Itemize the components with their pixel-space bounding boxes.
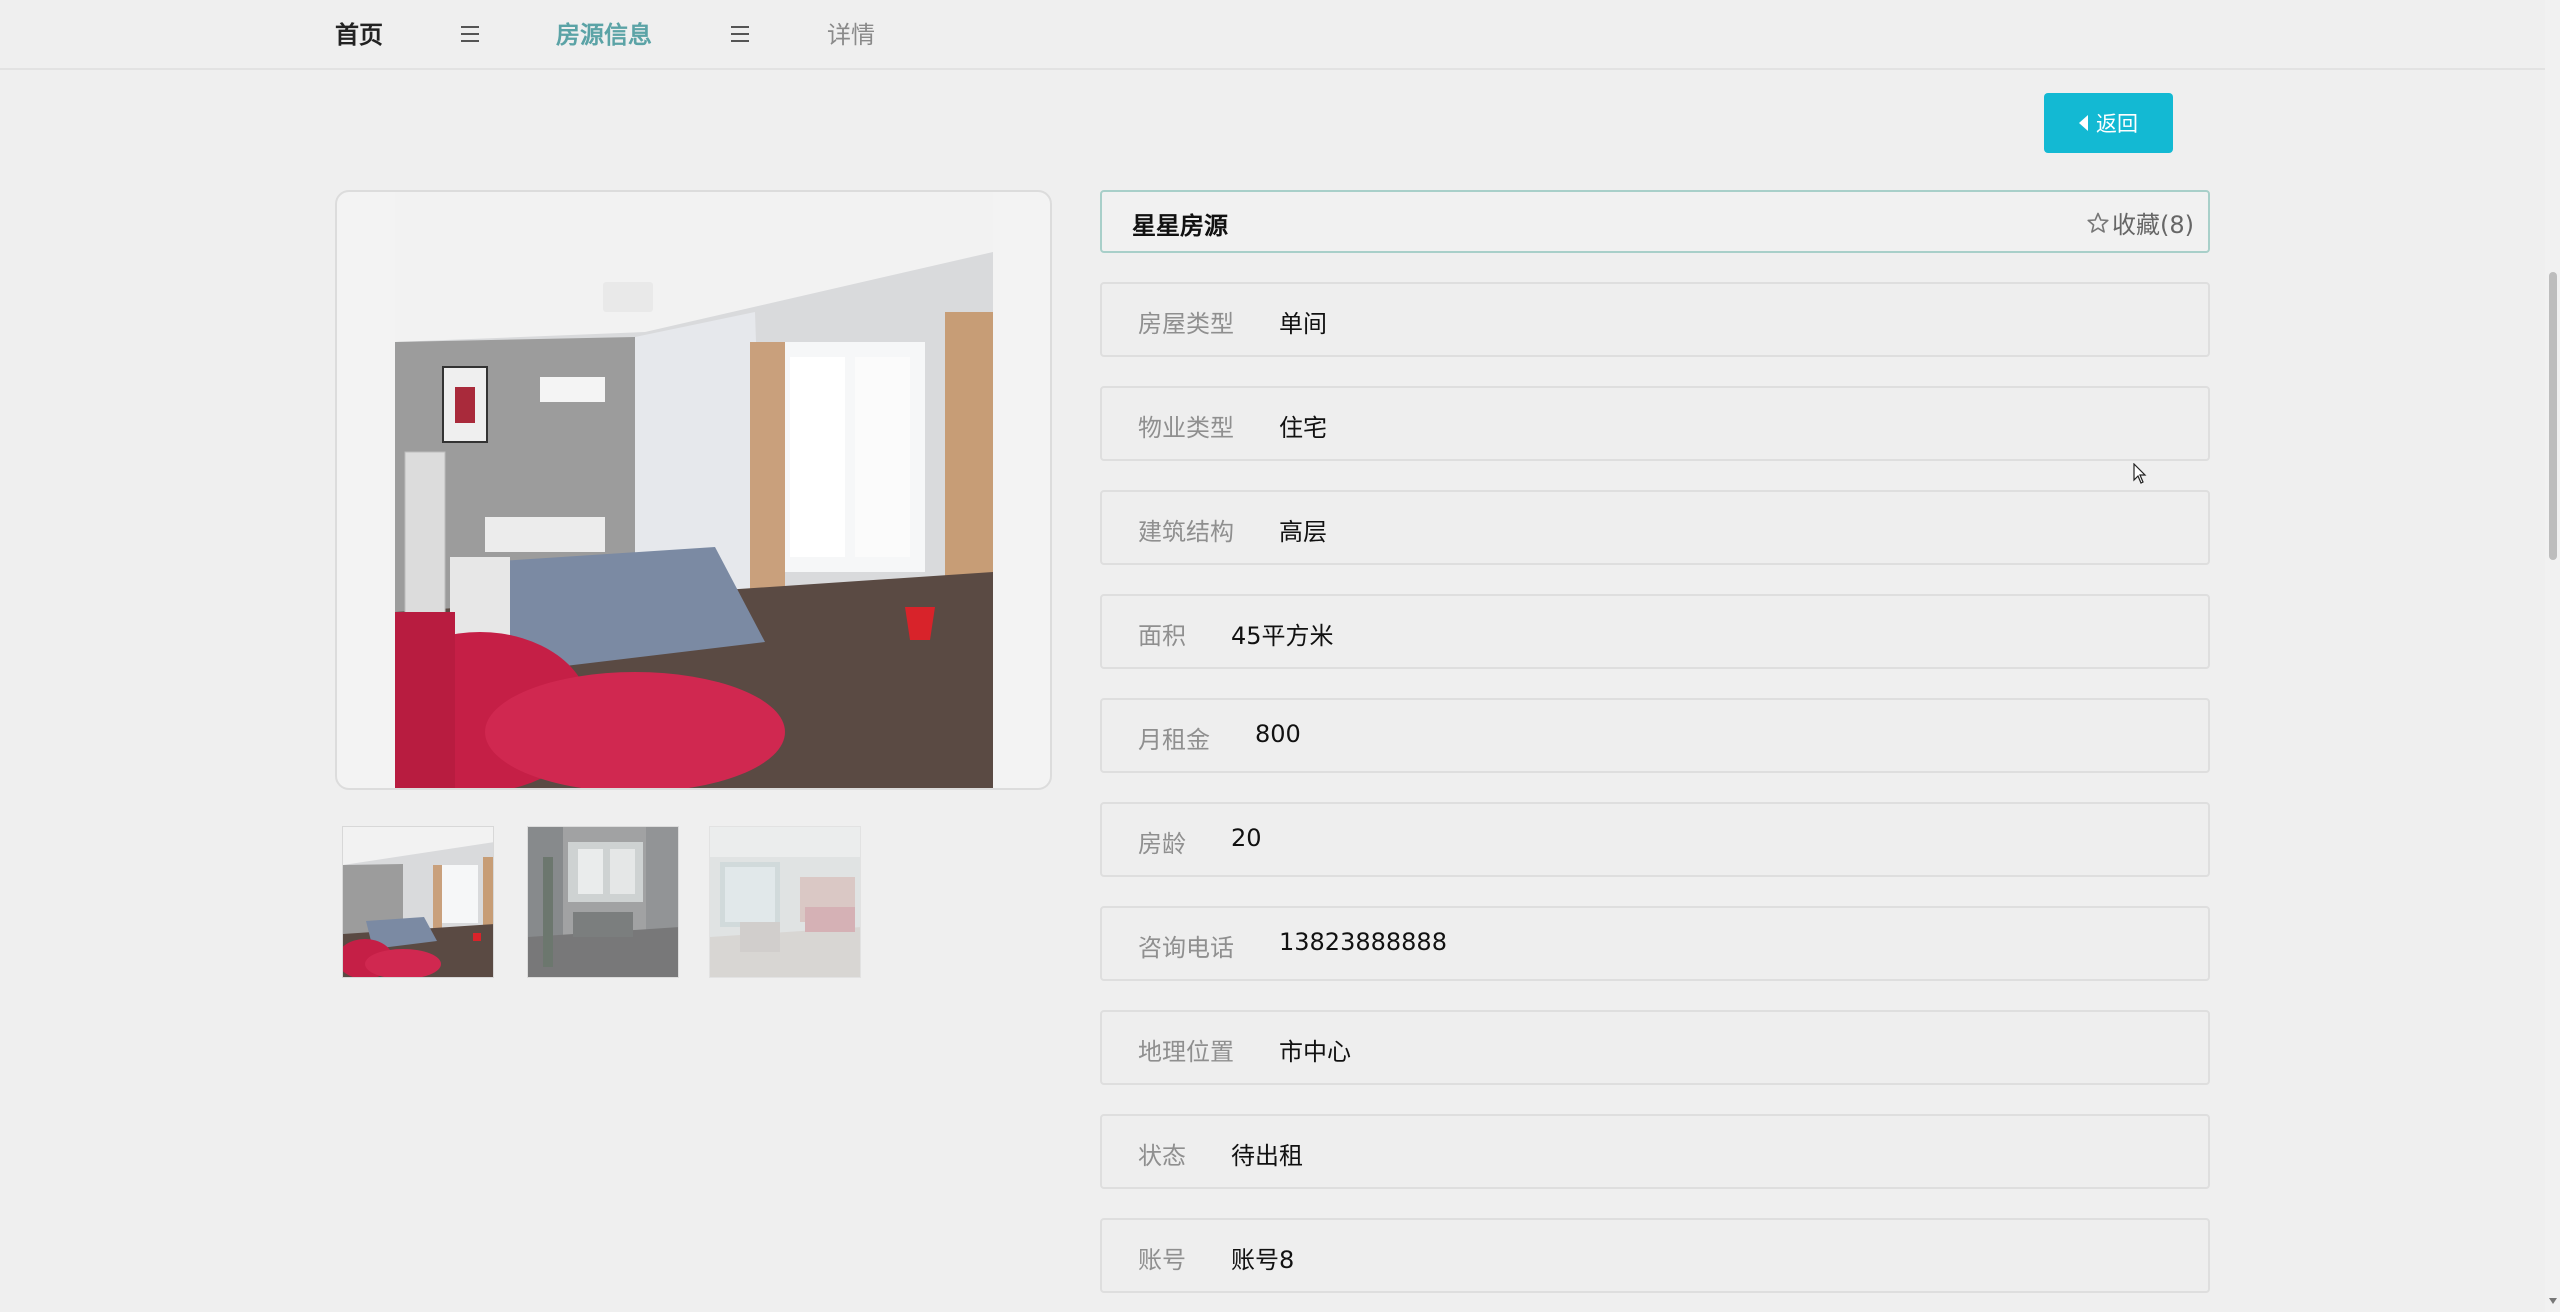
favorite-count-label: 收藏(8): [2112, 211, 2194, 239]
detail-label: 账号: [1138, 1246, 1186, 1274]
vertical-scrollbar[interactable]: [2545, 0, 2560, 1312]
detail-label: 建筑结构: [1138, 518, 1234, 546]
detail-value: 高层: [1279, 518, 1327, 546]
listing-title: 星星房源: [1132, 212, 1228, 240]
detail-row-property-type: 物业类型 住宅: [1100, 386, 2210, 461]
detail-label: 房龄: [1138, 830, 1186, 858]
breadcrumb-detail: 详情: [827, 21, 875, 49]
detail-value: 待出租: [1231, 1142, 1303, 1170]
mouse-cursor-icon: [2133, 463, 2147, 484]
photo-thumbnail-3[interactable]: [709, 826, 861, 978]
scroll-down-arrow-icon[interactable]: [2549, 1298, 2557, 1304]
detail-label: 月租金: [1138, 726, 1210, 754]
caret-left-icon: [2079, 115, 2088, 131]
detail-row-status: 状态 待出租: [1100, 1114, 2210, 1189]
listing-title-bar: 星星房源 收藏(8): [1100, 190, 2210, 253]
detail-value: 13823888888: [1279, 928, 1447, 956]
breadcrumb-separator-icon: [731, 26, 749, 42]
detail-label: 面积: [1138, 622, 1186, 650]
detail-value: 20: [1231, 824, 1262, 852]
detail-row-building-structure: 建筑结构 高层: [1100, 490, 2210, 565]
detail-label: 地理位置: [1138, 1038, 1234, 1066]
detail-row-account: 账号 账号8: [1100, 1218, 2210, 1293]
detail-label: 咨询电话: [1138, 934, 1234, 962]
breadcrumb-home[interactable]: 首页: [335, 18, 383, 52]
detail-row-area: 面积 45平方米: [1100, 594, 2210, 669]
breadcrumb-house-info[interactable]: 房源信息: [556, 18, 652, 52]
photo-thumbnail-2[interactable]: [527, 826, 679, 978]
star-outline-icon: [2087, 212, 2109, 233]
detail-value: 市中心: [1279, 1038, 1351, 1066]
detail-value: 住宅: [1279, 414, 1327, 442]
main-photo: [335, 190, 1052, 790]
detail-value: 单间: [1279, 310, 1327, 338]
detail-row-location: 地理位置 市中心: [1100, 1010, 2210, 1085]
room-photo: [395, 192, 993, 788]
detail-value: 账号8: [1231, 1246, 1295, 1274]
detail-value: 45平方米: [1231, 622, 1334, 650]
detail-row-monthly-rent: 月租金 800: [1100, 698, 2210, 773]
back-button-label: 返回: [2096, 112, 2138, 136]
detail-label: 房屋类型: [1138, 310, 1234, 338]
page: 首页 房源信息 详情 返回 星星房源 收藏(8) 房屋类型 单间 物业类型 住宅…: [0, 0, 2560, 1312]
favorite-button[interactable]: 收藏(8): [2086, 205, 2194, 240]
back-button[interactable]: 返回: [2044, 93, 2173, 153]
breadcrumb: 首页 房源信息 详情: [0, 0, 2545, 70]
detail-row-phone: 咨询电话 13823888888: [1100, 906, 2210, 981]
detail-row-house-type: 房屋类型 单间: [1100, 282, 2210, 357]
breadcrumb-separator-icon: [461, 26, 479, 42]
photo-thumbnail-1[interactable]: [342, 826, 494, 978]
detail-label: 物业类型: [1138, 414, 1234, 442]
detail-value: 800: [1255, 720, 1301, 748]
detail-row-house-age: 房龄 20: [1100, 802, 2210, 877]
detail-label: 状态: [1138, 1142, 1186, 1170]
scrollbar-thumb[interactable]: [2549, 272, 2557, 560]
